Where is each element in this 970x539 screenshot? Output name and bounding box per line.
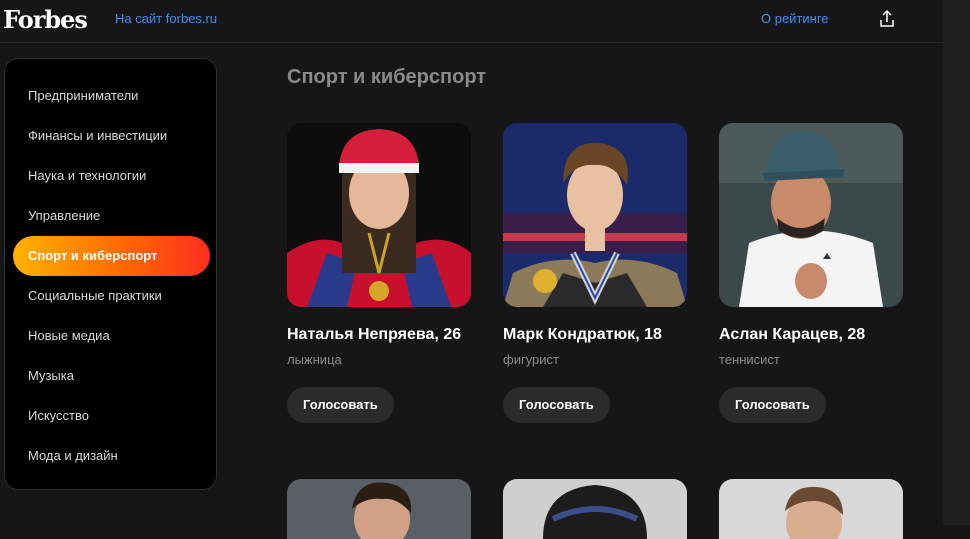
nominee-name: Марк Кондратюк, 18 [503,326,662,343]
nominee-photo[interactable] [719,123,903,307]
nominee-photo[interactable] [503,123,687,307]
sidebar-item-art[interactable]: Искусство [13,396,210,436]
about-rating-link[interactable]: О рейтинге [761,11,829,26]
sidebar-item-science[interactable]: Наука и технологии [13,156,210,196]
category-sidebar: Предприниматели Финансы и инвестиции Нау… [4,58,217,490]
sidebar-item-social[interactable]: Социальные практики [13,276,210,316]
site-link[interactable]: На сайт forbes.ru [115,11,217,26]
sidebar-item-sport[interactable]: Спорт и киберспорт [13,236,210,276]
nominee-role: лыжница [287,352,342,367]
nominee-name: Наталья Непряева, 26 [287,326,462,343]
scrollbar-gutter[interactable] [943,0,970,525]
nominee-photo[interactable] [287,123,471,307]
vote-button[interactable]: Голосовать [719,387,826,423]
nominee-photo[interactable] [719,479,903,539]
share-button[interactable] [876,8,898,30]
sidebar-item-music[interactable]: Музыка [13,356,210,396]
nominee-card: Марк Кондратюк, 18 фигурист Голосовать [503,123,687,423]
share-icon [880,9,894,27]
nominee-card: Аслан Карацев, 28 теннисист Голосовать [719,123,903,423]
nominee-role: теннисист [719,352,780,367]
nominee-name: Аслан Карацев, 28 [719,326,866,343]
sidebar-item-new-media[interactable]: Новые медиа [13,316,210,356]
sidebar-item-finance[interactable]: Финансы и инвестиции [13,116,210,156]
vote-button[interactable]: Голосовать [503,387,610,423]
nominee-photo[interactable] [503,479,687,539]
forbes-logo[interactable]: Forbes [3,5,88,34]
nominee-photo[interactable] [287,479,471,539]
nominee-role: фигурист [503,352,559,367]
sidebar-item-management[interactable]: Управление [13,196,210,236]
sidebar-item-fashion[interactable]: Мода и дизайн [13,436,210,476]
top-bar: Forbes На сайт forbes.ru О рейтинге [0,0,943,43]
nominee-card: Наталья Непряева, 26 лыжница Голосовать [287,123,471,423]
section-title: Спорт и киберспорт [287,66,487,88]
vote-button[interactable]: Голосовать [287,387,394,423]
sidebar-item-entrepreneurs[interactable]: Предприниматели [13,76,210,116]
